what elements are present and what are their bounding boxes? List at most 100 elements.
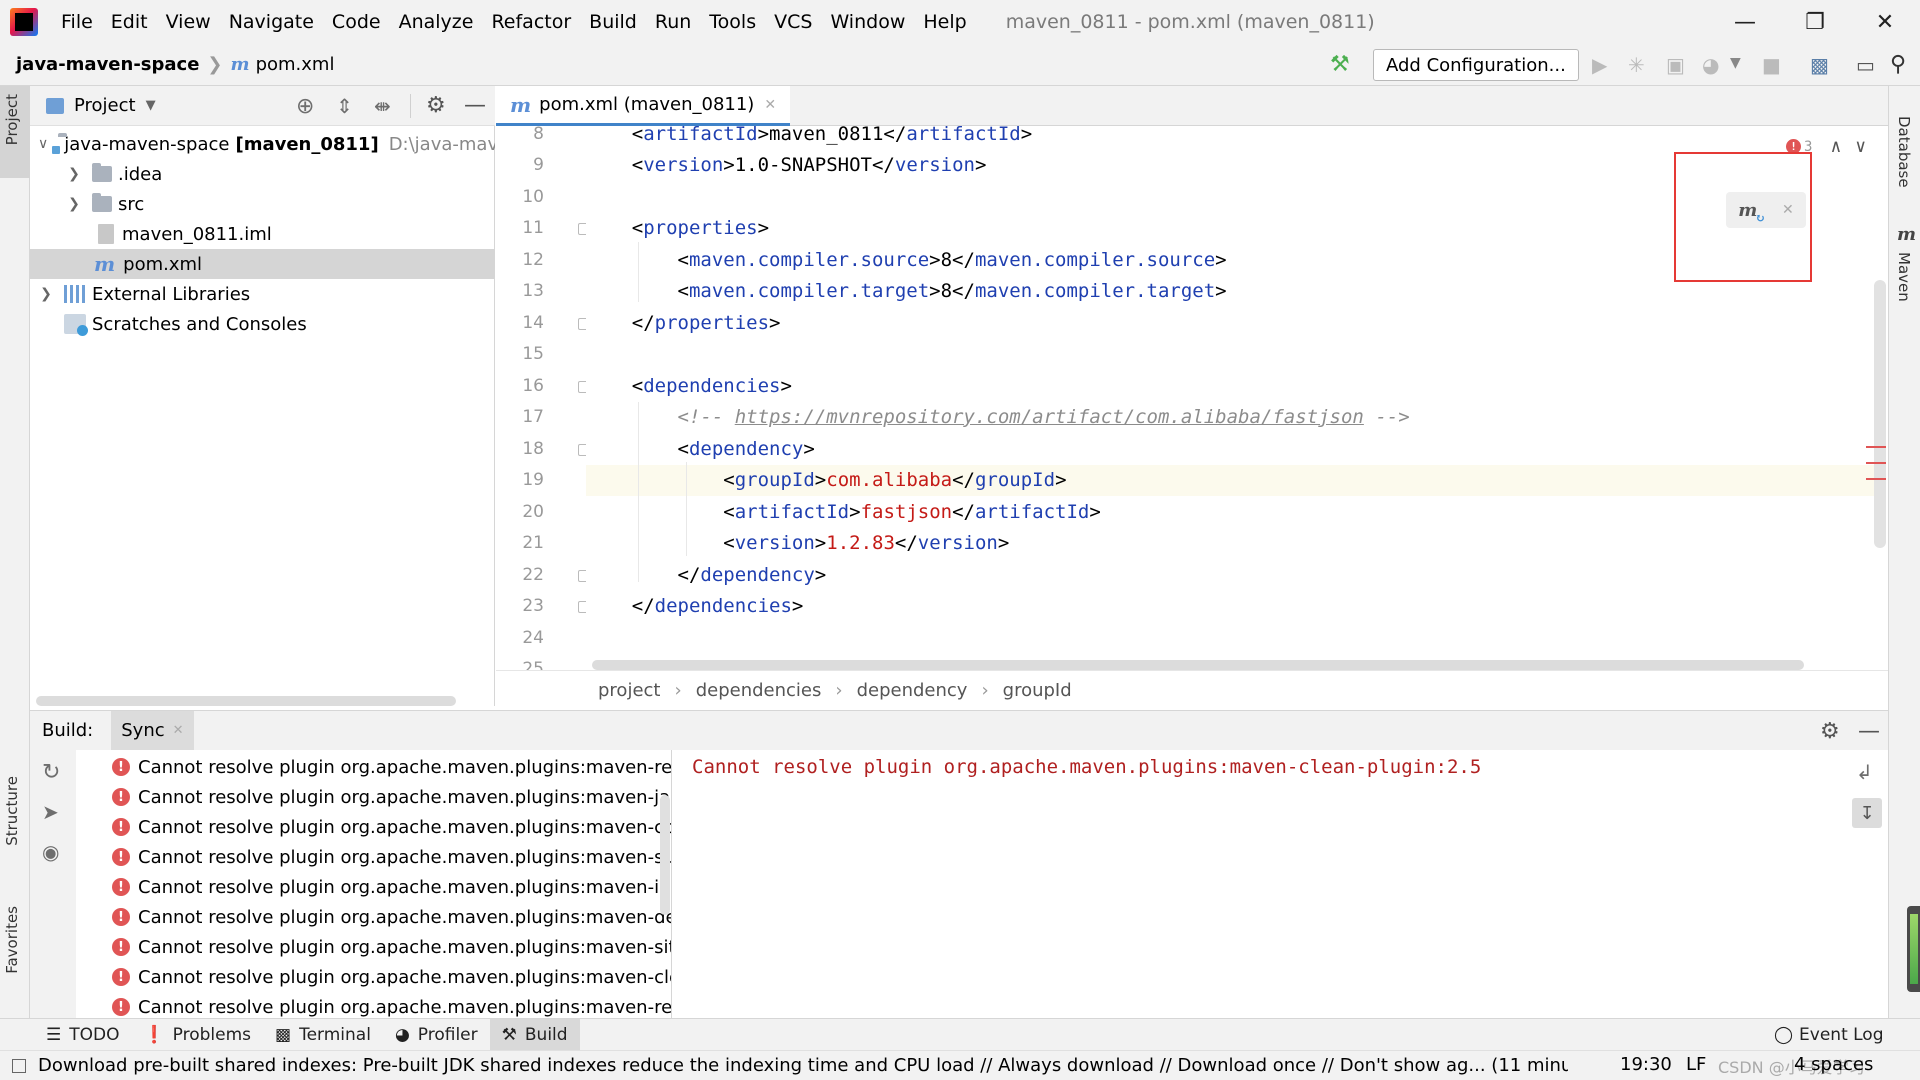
- project-tool-tab[interactable]: Project: [3, 94, 21, 145]
- gear-icon[interactable]: ⚙: [1820, 719, 1840, 744]
- list-item[interactable]: ! Cannot resolve plugin org.apache.maven.…: [76, 992, 671, 1018]
- build-list-scrollbar[interactable]: [660, 795, 670, 915]
- todo-tool-button[interactable]: ☰ TODO: [34, 1019, 132, 1051]
- list-item[interactable]: ! Cannot resolve plugin org.apache.maven.…: [76, 962, 671, 992]
- line-separator[interactable]: LF: [1686, 1054, 1706, 1075]
- favorites-tool-tab[interactable]: Favorites: [3, 906, 21, 974]
- list-item[interactable]: ! Cannot resolve plugin org.apache.maven.…: [76, 872, 671, 902]
- structure-tool-tab[interactable]: Structure: [3, 776, 21, 846]
- chevron-down-icon[interactable]: ∨: [1855, 136, 1866, 157]
- hide-panel-icon[interactable]: —: [1858, 719, 1880, 744]
- crumb-dependency[interactable]: dependency: [857, 680, 968, 701]
- list-item[interactable]: ! Cannot resolve plugin org.apache.maven.…: [76, 752, 671, 782]
- chevron-up-icon[interactable]: ∧: [1830, 136, 1841, 157]
- menu-window[interactable]: Window: [830, 11, 905, 33]
- error-stripe-marker[interactable]: [1866, 446, 1886, 448]
- coverage-icon[interactable]: ▣: [1666, 53, 1685, 77]
- list-item[interactable]: ! Cannot resolve plugin org.apache.maven.…: [76, 932, 671, 962]
- restore-button[interactable]: ❐: [1780, 0, 1850, 44]
- soft-wrap-icon[interactable]: ↲: [1856, 760, 1873, 784]
- collapse-all-icon[interactable]: ⇼: [374, 94, 391, 118]
- menu-refactor[interactable]: Refactor: [491, 11, 571, 33]
- refresh-icon[interactable]: ↻: [42, 760, 60, 785]
- stop-icon[interactable]: ■: [1762, 53, 1781, 77]
- build-hammer-icon[interactable]: ⚒: [1330, 52, 1350, 77]
- tree-hscrollbar[interactable]: [36, 696, 456, 706]
- debug-icon[interactable]: ✳: [1628, 53, 1645, 77]
- add-configuration-button[interactable]: Add Configuration...: [1373, 49, 1579, 81]
- load-maven-changes-icon[interactable]: m ↻: [1738, 200, 1765, 225]
- indent-setting[interactable]: 4 spaces: [1794, 1054, 1873, 1075]
- close-window-button[interactable]: ✕: [1850, 0, 1920, 44]
- nav-crumb-file[interactable]: pom.xml: [256, 54, 335, 75]
- chevron-right-icon[interactable]: ❯: [66, 166, 82, 182]
- fastjson-repository-link[interactable]: https://mvnrepository.com/artifact/com.a…: [735, 406, 1364, 428]
- menu-file[interactable]: File: [61, 11, 93, 33]
- scroll-to-end-icon[interactable]: ↧: [1852, 798, 1882, 828]
- tree-item-scratches[interactable]: Scratches and Consoles: [30, 309, 495, 339]
- menu-analyze[interactable]: Analyze: [399, 11, 474, 33]
- error-stripe-marker[interactable]: [1866, 462, 1886, 464]
- chevron-right-icon[interactable]: ❯: [38, 286, 54, 302]
- build-tool-button[interactable]: ⚒ Build: [489, 1018, 580, 1051]
- maven-tool-tab[interactable]: Maven: [1895, 252, 1913, 302]
- tab-sync[interactable]: Sync ✕: [111, 710, 194, 751]
- status-message[interactable]: Download pre-built shared indexes: Pre-b…: [38, 1055, 1568, 1076]
- terminal-window-icon[interactable]: ▭: [1856, 53, 1875, 77]
- list-item[interactable]: ! Cannot resolve plugin org.apache.maven.…: [76, 812, 671, 842]
- menu-run[interactable]: Run: [655, 11, 691, 33]
- event-log-button[interactable]: ◯ Event Log: [1762, 1019, 1896, 1051]
- run-icon[interactable]: ▶: [1592, 53, 1607, 77]
- status-toggle-icon[interactable]: [12, 1058, 26, 1073]
- list-item[interactable]: ! Cannot resolve plugin org.apache.maven.…: [76, 842, 671, 872]
- problems-tool-button[interactable]: ❗ Problems: [132, 1019, 264, 1051]
- menu-build[interactable]: Build: [589, 11, 637, 33]
- menu-tools[interactable]: Tools: [709, 11, 756, 33]
- crumb-project[interactable]: project: [598, 680, 660, 701]
- expand-all-icon[interactable]: ⇕: [336, 94, 353, 118]
- tree-item-pom[interactable]: m pom.xml: [30, 249, 495, 279]
- editor-vscrollbar[interactable]: [1874, 280, 1886, 548]
- locate-file-icon[interactable]: ⊕: [296, 94, 314, 119]
- chevron-down-icon[interactable]: ∨: [38, 136, 48, 152]
- chevron-down-icon[interactable]: ▼: [146, 98, 156, 113]
- crumb-groupid[interactable]: groupId: [1003, 680, 1072, 701]
- editor-hscrollbar[interactable]: [592, 660, 1804, 670]
- tab-pom-xml[interactable]: m pom.xml (maven_0811) ✕: [496, 86, 791, 126]
- caret-position[interactable]: 19:30: [1620, 1054, 1672, 1075]
- terminal-tool-button[interactable]: ▩ Terminal: [263, 1019, 383, 1051]
- chevron-down-icon[interactable]: ▼: [1730, 55, 1741, 71]
- menu-edit[interactable]: Edit: [111, 11, 148, 33]
- chevron-right-icon[interactable]: ❯: [66, 196, 82, 212]
- profile-icon[interactable]: ◕: [1702, 53, 1719, 77]
- tree-item-external-libraries[interactable]: ❯ External Libraries: [30, 279, 495, 309]
- database-tool-tab[interactable]: Database: [1895, 116, 1913, 188]
- list-item[interactable]: ! Cannot resolve plugin org.apache.maven.…: [76, 782, 671, 812]
- menu-view[interactable]: View: [166, 11, 211, 33]
- tree-item-project-root[interactable]: ∨ java-maven-space [maven_0811] D:\java-…: [30, 129, 495, 159]
- project-structure-icon[interactable]: ▩: [1810, 53, 1829, 77]
- project-view-selector[interactable]: Project: [74, 95, 136, 116]
- gear-icon[interactable]: ⚙: [426, 93, 446, 118]
- tree-item-iml[interactable]: maven_0811.iml: [30, 219, 495, 249]
- close-icon[interactable]: ✕: [1782, 202, 1794, 218]
- eye-icon[interactable]: ◉: [42, 840, 59, 864]
- tree-item-idea[interactable]: ❯ .idea: [30, 159, 495, 189]
- hide-panel-icon[interactable]: —: [464, 93, 486, 118]
- tree-item-src[interactable]: ❯ src: [30, 189, 495, 219]
- menu-vcs[interactable]: VCS: [774, 11, 812, 33]
- list-item[interactable]: ! Cannot resolve plugin org.apache.maven.…: [76, 902, 671, 932]
- nav-crumb-project[interactable]: java-maven-space: [16, 54, 199, 75]
- close-tab-icon[interactable]: ✕: [173, 723, 184, 738]
- menu-help[interactable]: Help: [923, 11, 966, 33]
- menu-navigate[interactable]: Navigate: [229, 11, 314, 33]
- menu-code[interactable]: Code: [332, 11, 381, 33]
- profiler-tool-button[interactable]: ◕ Profiler: [383, 1019, 490, 1051]
- pin-icon[interactable]: ➤: [42, 800, 59, 824]
- build-output-console[interactable]: Cannot resolve plugin org.apache.maven.p…: [672, 750, 1848, 1018]
- crumb-dependencies[interactable]: dependencies: [696, 680, 822, 701]
- minimize-button[interactable]: —: [1710, 0, 1780, 44]
- search-icon[interactable]: ⚲: [1890, 52, 1906, 77]
- error-stripe-marker[interactable]: [1866, 478, 1886, 480]
- close-tab-icon[interactable]: ✕: [764, 97, 776, 113]
